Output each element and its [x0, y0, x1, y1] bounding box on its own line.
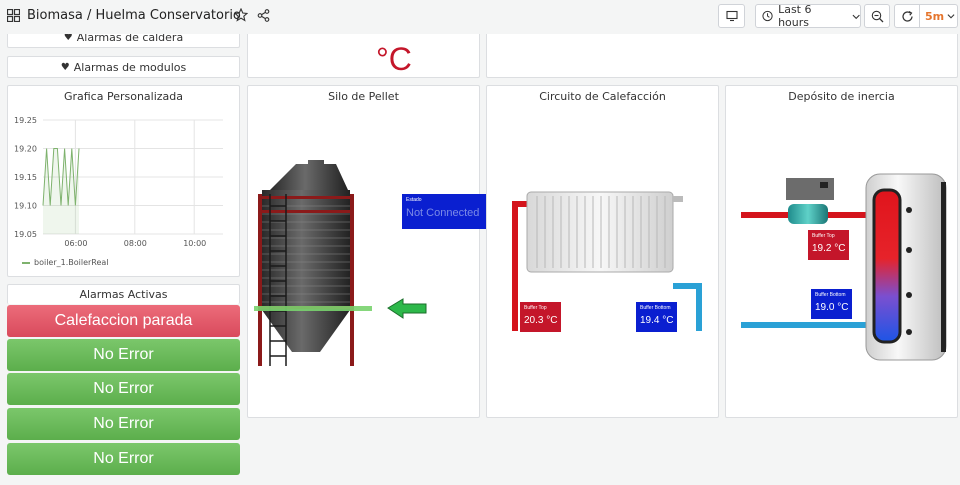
time-range-label: Last 6 hours — [778, 3, 812, 29]
legend-label: boiler_1.BoilerReal — [34, 258, 109, 267]
legend-swatch — [22, 261, 30, 264]
alarm-item-ok: No Error — [7, 443, 240, 475]
alarm-item-active: Calefaccion parada — [7, 305, 240, 337]
sensor-label: Buffer Bottom — [815, 292, 846, 298]
grafica-chart: 19.25 19.20 19.15 19.10 19.05 06:00 08:00 10:00 — [14, 116, 223, 248]
estado-label: Estado — [406, 197, 422, 203]
silo-panel: Silo de Pellet Estado Not Connected — [247, 85, 486, 418]
tv-mode-button[interactable] — [718, 4, 745, 28]
sensor-label: Buffer Top — [524, 305, 547, 311]
refresh-interval-label: 5m — [925, 9, 945, 23]
star-icon[interactable] — [234, 8, 248, 22]
deposito-bottom-sensor: Buffer Bottom 19.0 °C — [811, 289, 852, 319]
alarm-item-ok: No Error — [7, 339, 240, 371]
y-tick-label: 19.15 — [14, 173, 37, 182]
monitor-icon — [725, 10, 738, 22]
heart-icon: ♥ — [60, 61, 70, 73]
sensor-label: Buffer Top — [812, 233, 835, 239]
alarmas-panel: Alarmas Activas — [7, 284, 240, 304]
estado-value: Not Connected — [406, 207, 480, 219]
sensor-label: Buffer Bottom — [640, 305, 671, 311]
x-tick-label: 06:00 — [64, 239, 87, 248]
grafica-title: Grafica Personalizada — [63, 90, 184, 103]
refresh-interval-picker[interactable]: 5m — [919, 4, 958, 28]
chevron-down-icon — [852, 14, 860, 19]
time-range-picker[interactable]: Last 6 hours — [755, 3, 861, 29]
y-tick-label: 19.25 — [14, 116, 37, 125]
x-tick-label: 08:00 — [124, 239, 147, 248]
refresh-icon — [901, 10, 913, 22]
y-tick-label: 19.10 — [14, 202, 37, 211]
share-icon[interactable] — [257, 9, 270, 22]
sensor-value: 19.2 °C — [812, 243, 846, 254]
deposito-panel: Depósito de inercia Buffer Top 19.2 °C B… — [725, 85, 958, 418]
y-tick-label: 19.20 — [14, 145, 37, 154]
calefaccion-top-sensor: Buffer Top 20.3 °C — [520, 302, 561, 332]
calefaccion-bottom-sensor: Buffer Bottom 19.4 °C — [636, 302, 677, 332]
refresh-button[interactable] — [894, 4, 920, 28]
radiator-diagram — [512, 191, 702, 331]
alarmas-title: Alarmas Activas — [79, 288, 168, 301]
alarmas-modulos-link[interactable]: ♥ Alarmas de modulos — [7, 56, 240, 78]
grafica-panel: Grafica Personalizada 19.25 19.20 19.15 19.… — [7, 85, 240, 277]
alarm-item-ok: No Error — [7, 373, 240, 405]
zoom-out-button[interactable] — [864, 4, 890, 28]
alarmas-modulos-label: Alarmas de modulos — [73, 60, 187, 74]
series-area — [43, 148, 79, 234]
x-tick-label: 10:00 — [183, 239, 206, 248]
y-tick-label: 19.05 — [14, 230, 37, 239]
chart-legend[interactable]: boiler_1.BoilerReal — [22, 258, 109, 267]
silo-diagram — [254, 160, 427, 366]
clock-icon — [762, 10, 773, 22]
sensor-value: 20.3 °C — [524, 315, 558, 326]
dashboard-title[interactable]: Biomasa / Huelma Conservatorio — [27, 8, 241, 23]
deposito-top-sensor: Buffer Top 19.2 °C — [808, 230, 849, 260]
dashboard-grid-icon[interactable] — [7, 9, 20, 22]
zoom-out-icon — [871, 10, 883, 22]
chevron-down-icon — [947, 14, 955, 19]
sensor-value: 19.0 °C — [815, 302, 849, 313]
calefaccion-panel: Circuito de Calefacción Buffer Top 20.3 … — [486, 85, 719, 418]
sensor-value: 19.4 °C — [640, 315, 674, 326]
alarm-item-ok: No Error — [7, 408, 240, 440]
estado-box: Estado Not Connected — [402, 194, 486, 229]
dashboard-header: Biomasa / Huelma Conservatorio Last 6 ho… — [0, 0, 960, 34]
